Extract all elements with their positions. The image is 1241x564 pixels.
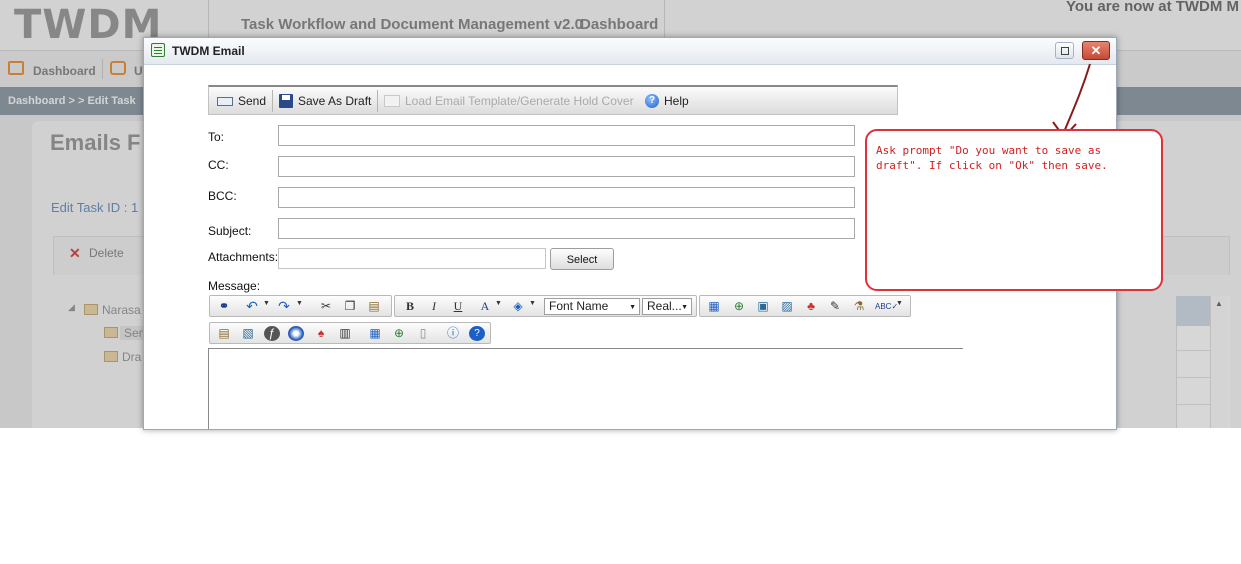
find-icon[interactable]: ⚭ (216, 299, 232, 314)
font-color-dropdown-icon[interactable]: ▼ (495, 300, 502, 307)
flash-icon[interactable]: ƒ (264, 326, 280, 341)
editor-toolbar-format-group: B I U A ▼ ◈ ▼ Font Name ▼ Real... ▼ (394, 295, 697, 317)
email-window-icon (151, 43, 165, 57)
info-icon[interactable]: ⓘ (445, 326, 461, 341)
font-name-value: Font Name (549, 299, 609, 313)
spellcheck-dropdown-icon[interactable]: ▼ (896, 300, 903, 307)
select-attachment-button[interactable]: Select (550, 248, 614, 270)
cc-field[interactable] (278, 156, 855, 177)
email-toolbar: Send Save As Draft Load Email Template/G… (208, 85, 898, 115)
save-as-draft-button[interactable]: Save As Draft (298, 94, 371, 108)
toolbar-divider (272, 90, 273, 112)
maximize-button[interactable] (1055, 42, 1074, 59)
message-label: Message: (208, 279, 261, 293)
annotation-callout: Ask prompt "Do you want to save as draft… (865, 129, 1163, 291)
dialog-title: TWDM Email (172, 44, 245, 58)
link-icon[interactable]: ⊕ (731, 299, 747, 314)
annotation-text: Ask prompt "Do you want to save as draft… (876, 144, 1108, 172)
format-stripper-icon[interactable]: ⚗ (851, 299, 867, 314)
help-icon[interactable]: ? (469, 326, 485, 341)
form-icon[interactable]: ▥ (337, 326, 353, 341)
spellcheck-icon[interactable]: ABC✓ (875, 299, 898, 314)
chevron-down-icon: ▼ (681, 304, 688, 311)
template-icon (384, 95, 400, 107)
to-label: To: (208, 130, 225, 144)
copy-icon[interactable]: ❐ (342, 299, 358, 314)
save-icon (279, 94, 293, 108)
symbol-icon[interactable]: ♠ (313, 326, 329, 341)
send-button[interactable]: Send (238, 94, 266, 108)
image-icon[interactable]: ▣ (755, 299, 771, 314)
highlight-icon[interactable]: ◈ (510, 299, 526, 314)
help-button[interactable]: Help (664, 94, 689, 108)
media-icon[interactable]: ♣ (803, 299, 819, 314)
editor-toolbar-insert-group: ▦ ⊕ ▣ ▨ ♣ ✎ ⚗ ABC✓ ▼ (699, 295, 911, 317)
editor-toolbar-tools-group: ▤ ▧ ƒ ♠ ▥ ▦ ⊕ ▯ ⓘ ? (209, 322, 491, 344)
help-icon: ? (645, 94, 659, 108)
font-size-select[interactable]: Real... ▼ (642, 298, 692, 315)
cc-label: CC: (208, 158, 229, 172)
undo-dropdown-icon[interactable]: ▼ (263, 300, 270, 307)
dialog-titlebar[interactable]: TWDM Email ✕ (144, 38, 1116, 65)
attachments-label: Attachments: (208, 250, 279, 264)
image-manager-icon[interactable]: ▨ (779, 299, 795, 314)
load-template-button[interactable]: Load Email Template/Generate Hold Cover (405, 94, 634, 108)
editor-toolbar-edit-group: ⚭ ↶ ▼ ↷ ▼ ✂ ❐ ▤ (209, 295, 392, 317)
attachments-field[interactable] (278, 248, 546, 269)
page-icon[interactable]: ▯ (415, 326, 431, 341)
underline-icon[interactable]: U (450, 299, 466, 314)
media-player-icon[interactable] (288, 326, 304, 341)
bold-icon[interactable]: B (402, 299, 418, 314)
picture-icon[interactable]: ▧ (240, 326, 256, 341)
redo-dropdown-icon[interactable]: ▼ (296, 300, 303, 307)
send-icon (217, 97, 233, 106)
italic-icon[interactable]: I (426, 299, 442, 314)
highlight-dropdown-icon[interactable]: ▼ (529, 300, 536, 307)
close-button[interactable]: ✕ (1082, 41, 1110, 60)
to-field[interactable] (278, 125, 855, 146)
table-icon[interactable]: ▦ (706, 299, 722, 314)
font-name-select[interactable]: Font Name ▼ (544, 298, 640, 315)
cut-icon[interactable]: ✂ (318, 299, 334, 314)
undo-icon[interactable]: ↶ (244, 299, 260, 314)
chevron-down-icon: ▼ (629, 304, 636, 311)
document-icon[interactable]: ✎ (827, 299, 843, 314)
subject-label: Subject: (208, 224, 252, 238)
font-size-value: Real... (647, 299, 682, 313)
message-editor[interactable] (208, 348, 963, 429)
bcc-label: BCC: (208, 189, 237, 203)
paste-icon[interactable]: ▤ (366, 299, 382, 314)
subject-field[interactable] (278, 218, 855, 239)
font-color-icon[interactable]: A (477, 299, 493, 314)
redo-icon[interactable]: ↷ (276, 299, 292, 314)
grid-table-icon[interactable]: ▦ (367, 326, 383, 341)
template-manager-icon[interactable]: ▤ (216, 326, 232, 341)
toolbar-divider (377, 90, 378, 112)
bcc-field[interactable] (278, 187, 855, 208)
hyperlink-icon[interactable]: ⊕ (391, 326, 407, 341)
